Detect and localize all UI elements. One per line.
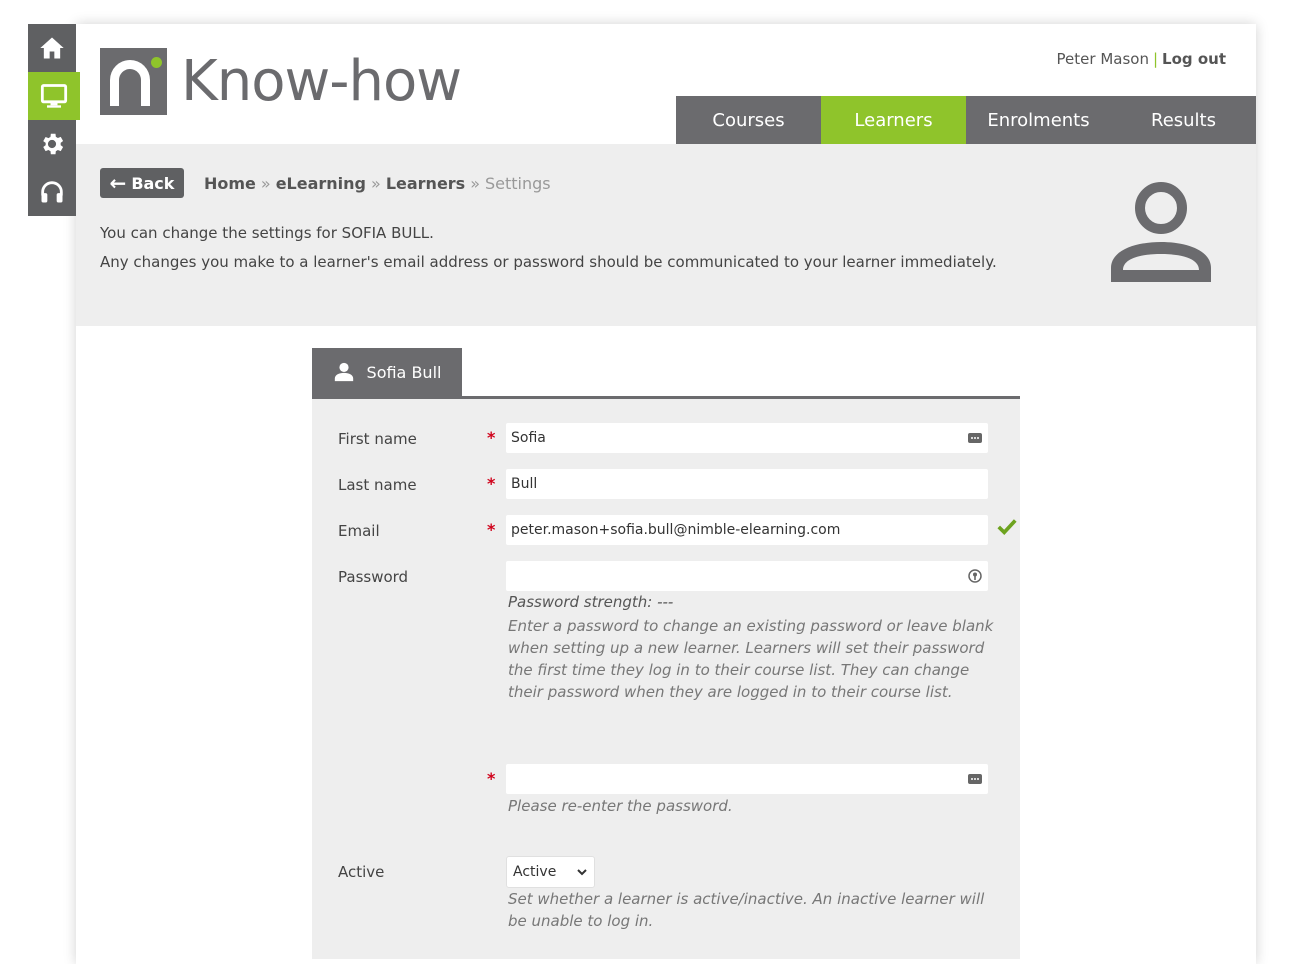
headset-icon bbox=[41, 181, 63, 203]
checkmark-icon bbox=[997, 519, 1017, 536]
user-separator: | bbox=[1152, 50, 1159, 68]
breadcrumb-home[interactable]: Home bbox=[204, 174, 256, 193]
home-icon bbox=[40, 37, 64, 59]
required-marker: * bbox=[487, 520, 496, 539]
required-marker: * bbox=[487, 474, 496, 493]
breadcrumb-separator: » bbox=[260, 174, 271, 193]
email-input[interactable]: peter.mason+sofia.bull@nimble-elearning.… bbox=[506, 515, 988, 545]
last-name-value: Bull bbox=[511, 476, 538, 492]
back-button[interactable]: ← Back bbox=[100, 168, 184, 198]
back-button-label: Back bbox=[131, 173, 175, 193]
active-select-value: Active bbox=[513, 864, 557, 880]
email-value: peter.mason+sofia.bull@nimble-elearning.… bbox=[511, 522, 841, 538]
breadcrumb-separator: » bbox=[470, 174, 480, 193]
password-input[interactable] bbox=[506, 561, 988, 591]
chevron-down-icon bbox=[577, 869, 587, 876]
breadcrumb: Home» eLearning» Learners» Settings bbox=[204, 174, 551, 193]
arrow-left-icon: ← bbox=[109, 171, 127, 195]
active-select[interactable]: Active bbox=[506, 856, 595, 888]
logout-link[interactable]: Log out bbox=[1162, 50, 1226, 68]
breadcrumb-learners[interactable]: Learners bbox=[386, 174, 465, 193]
first-name-label: First name bbox=[338, 430, 417, 448]
password-hint: Enter a password to change an existing p… bbox=[508, 617, 994, 701]
confirm-password-input[interactable] bbox=[506, 764, 988, 794]
user-avatar-icon bbox=[1111, 182, 1211, 282]
settings-notice: Any changes you make to a learner's emai… bbox=[100, 253, 997, 271]
breadcrumb-separator: » bbox=[371, 174, 381, 193]
password-strength: Password strength: --- bbox=[508, 593, 674, 611]
user-name: Peter Mason bbox=[1056, 50, 1149, 68]
learner-tab-label: Sofia Bull bbox=[366, 362, 442, 382]
breadcrumb-current: Settings bbox=[485, 174, 551, 193]
first-name-input[interactable]: Sofia bbox=[506, 423, 988, 453]
settings-intro: You can change the settings for SOFIA BU… bbox=[100, 224, 434, 242]
first-name-value: Sofia bbox=[511, 430, 546, 446]
side-rail bbox=[28, 24, 80, 216]
autofill-icon[interactable] bbox=[967, 430, 983, 446]
last-name-input[interactable]: Bull bbox=[506, 469, 988, 499]
tab-courses[interactable]: Courses bbox=[676, 96, 821, 144]
monitor-icon bbox=[40, 84, 68, 108]
rail-support[interactable] bbox=[28, 168, 76, 216]
autofill-icon[interactable] bbox=[967, 771, 983, 787]
breadcrumb-elearning[interactable]: eLearning bbox=[276, 174, 366, 193]
tab-results[interactable]: Results bbox=[1111, 96, 1256, 144]
required-marker: * bbox=[487, 428, 496, 447]
learner-tab[interactable]: Sofia Bull bbox=[312, 348, 462, 396]
main-nav: Courses Learners Enrolments Results bbox=[676, 96, 1256, 148]
header: Know-how Peter Mason | Log out Courses Lea… bbox=[76, 24, 1256, 148]
rail-elearning[interactable] bbox=[28, 72, 80, 120]
password-key-icon[interactable] bbox=[967, 568, 983, 584]
gear-icon bbox=[43, 133, 64, 155]
info-band: ← Back Home» eLearning» Learners» Settings … bbox=[76, 144, 1256, 326]
tab-learners[interactable]: Learners bbox=[821, 96, 966, 148]
confirm-password-hint: Please re-enter the password. bbox=[508, 797, 733, 815]
learner-form: First name * Sofia Last name * Bull Emai… bbox=[312, 399, 1020, 959]
active-label: Active bbox=[338, 863, 385, 881]
user-icon bbox=[334, 362, 353, 382]
rail-home[interactable] bbox=[28, 24, 76, 72]
password-label: Password bbox=[338, 568, 409, 586]
email-label: Email bbox=[338, 522, 380, 540]
rail-settings[interactable] bbox=[28, 120, 76, 168]
brand-name: Know-how bbox=[181, 49, 462, 114]
active-hint: Set whether a learner is active/inactive… bbox=[508, 890, 985, 930]
last-name-label: Last name bbox=[338, 476, 417, 494]
user-bar: Peter Mason | Log out bbox=[1057, 50, 1226, 68]
required-marker: * bbox=[487, 769, 496, 788]
logo-mark-icon bbox=[100, 48, 167, 115]
logo[interactable]: Know-how bbox=[100, 48, 462, 115]
tab-enrolments[interactable]: Enrolments bbox=[966, 96, 1111, 144]
